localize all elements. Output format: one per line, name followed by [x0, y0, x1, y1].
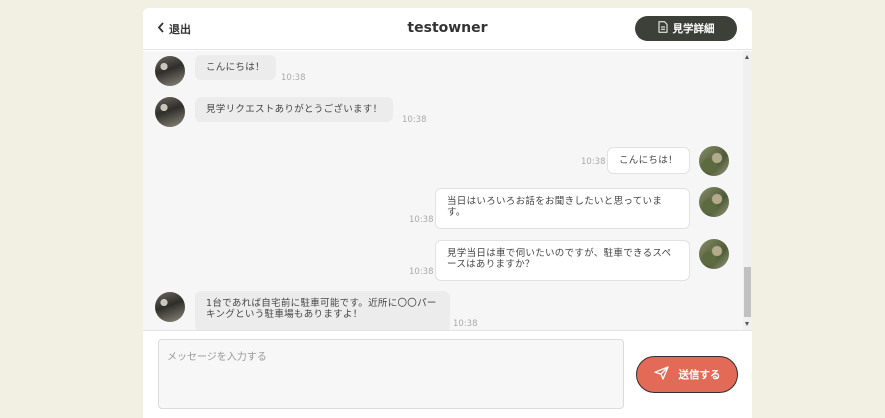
owner-avatar: [155, 56, 185, 86]
message-bubble: こんにちは！: [607, 147, 690, 174]
message-bubble: こんにちは！: [195, 55, 276, 80]
message-list[interactable]: こんにちは！ 10:38 見学リクエストありがとうございます！ 10:38 10…: [143, 51, 752, 330]
message-time: 10:38: [581, 157, 606, 167]
message-row: こんにちは！ 10:38: [143, 51, 743, 91]
message-bubble: 見学当日は車で伺いたいのですが、駐車できるスペースはありますか？: [435, 240, 690, 281]
send-label: 送信する: [678, 369, 721, 381]
message-row: 10:38 こんにちは！: [143, 144, 743, 184]
message-time: 10:38: [402, 115, 427, 125]
send-icon: [653, 366, 669, 383]
message-time: 10:38: [409, 215, 434, 225]
chat-header: 退出 testowner 見学詳細: [143, 8, 752, 50]
owner-avatar: [155, 292, 185, 322]
message-composer: 送信する: [143, 330, 752, 418]
message-input[interactable]: [158, 339, 624, 409]
document-icon: [658, 21, 668, 36]
owner-avatar: [155, 97, 185, 127]
message-row: 1台であれば自宅前に駐車可能です。近所に〇〇パーキングという駐車場もありますよ！…: [143, 289, 743, 330]
chat-panel: 退出 testowner 見学詳細 こんにちは！ 10:38 見学リクエストあり…: [143, 8, 752, 418]
scroll-down-arrow-icon[interactable]: [745, 322, 749, 326]
message-time: 10:38: [409, 267, 434, 277]
scrollbar-thumb[interactable]: [744, 267, 751, 317]
visit-detail-button[interactable]: 見学詳細: [635, 16, 737, 41]
send-button[interactable]: 送信する: [636, 356, 738, 393]
message-bubble: 見学リクエストありがとうございます！: [195, 97, 394, 122]
message-time: 10:38: [281, 73, 306, 83]
message-bubble: 当日はいろいろお話をお聞きしたいと思っています。: [435, 188, 690, 229]
message-row: 10:38 見学当日は車で伺いたいのですが、駐車できるスペースはありますか？: [143, 237, 743, 281]
message-row: 10:38 当日はいろいろお話をお聞きしたいと思っています。: [143, 186, 743, 230]
scroll-up-arrow-icon[interactable]: [745, 55, 749, 59]
message-bubble: 1台であれば自宅前に駐車可能です。近所に〇〇パーキングという駐車場もありますよ！: [195, 291, 450, 330]
message-row: 見学リクエストありがとうございます！ 10:38: [143, 93, 743, 133]
visit-detail-label: 見学詳細: [672, 23, 715, 35]
visitor-avatar: [699, 239, 729, 269]
visitor-avatar: [699, 187, 729, 217]
message-time: 10:38: [453, 319, 478, 329]
visitor-avatar: [699, 146, 729, 176]
chat-scrollbar[interactable]: [743, 51, 752, 330]
